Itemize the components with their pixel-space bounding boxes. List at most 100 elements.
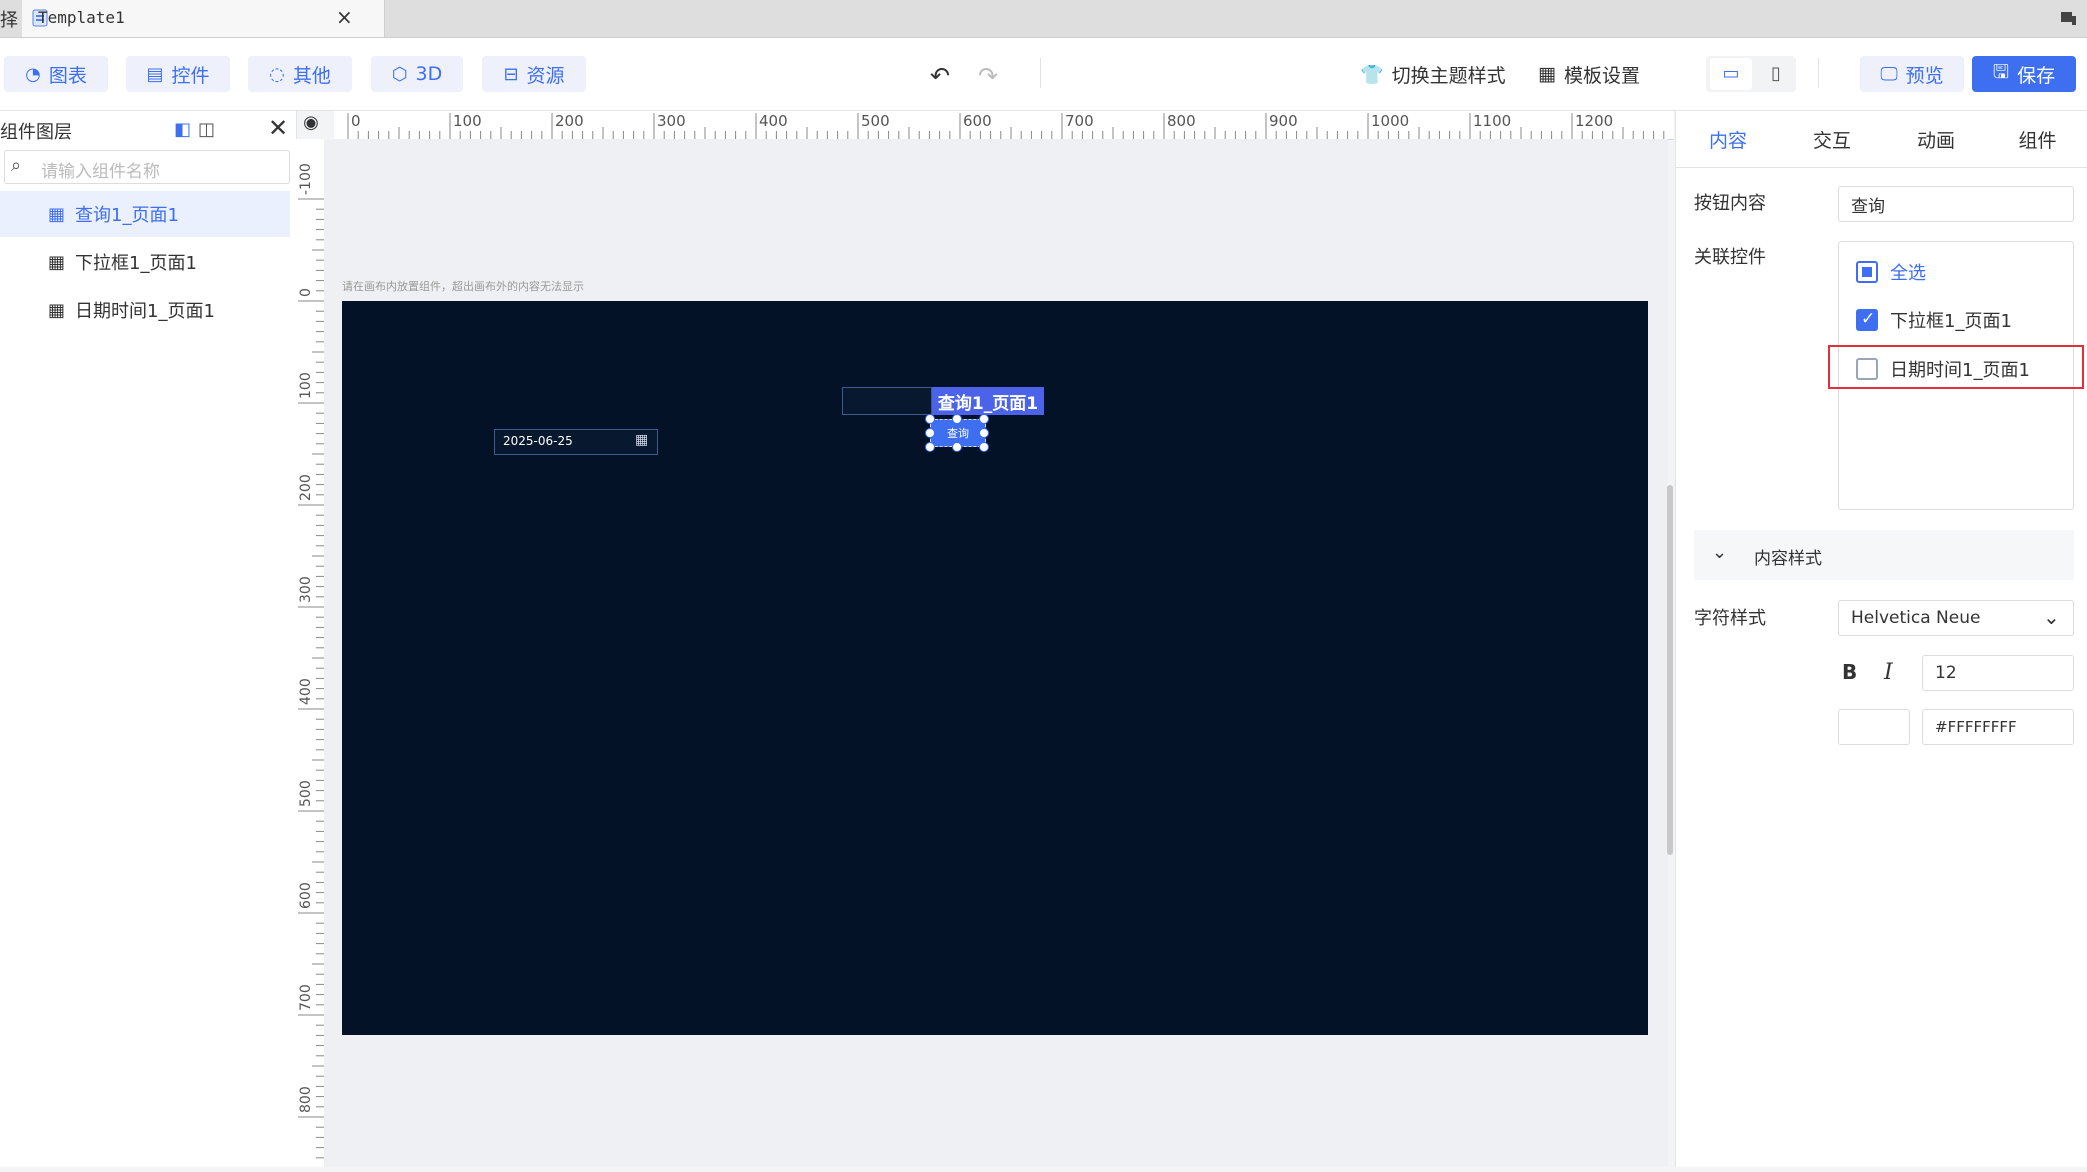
tab-component[interactable]: 组件 [1988,111,2087,168]
layout-icon: ▦ [1538,63,1556,85]
chevron-down-icon: ⌄ [2043,605,2060,629]
resize-handle[interactable] [925,428,935,438]
ruler-label: 1200 [1575,112,1613,130]
date-value: 2025-06-25 [503,434,573,448]
other-icon: ◌ [269,63,285,85]
layer-item-query[interactable]: ▦ 查询1_页面1 [0,191,290,237]
font-style-label: 字符样式 [1694,608,1766,629]
tab-close-button[interactable]: × [336,5,353,29]
resize-handle[interactable] [952,442,962,452]
window-edge-label: 择 [0,10,18,31]
3d-button[interactable]: ⬡ 3D [371,56,463,92]
resize-handle[interactable] [979,442,989,452]
color-swatch[interactable] [1838,709,1910,745]
window-menu-icon[interactable] [2058,8,2078,33]
bold-button[interactable]: B [1842,660,1857,684]
resize-handle[interactable] [979,428,989,438]
color-hex-input[interactable]: #FFFFFFFF [1922,709,2074,745]
button-content-label: 按钮内容 [1694,193,1766,214]
resize-handle[interactable] [979,414,989,424]
switch-theme-button[interactable]: 👕 切换主题样式 [1360,56,1506,92]
resize-handle[interactable] [952,414,962,424]
shirt-icon: 👕 [1360,63,1384,86]
canvas-hint: 请在画布内放置组件，超出画布外的内容无法显示 [342,280,584,293]
ruler-label: 500 [298,780,314,807]
cube-icon: ⬡ [391,63,408,85]
preview-button[interactable]: 🖵 预览 [1860,56,1964,92]
content-style-section[interactable]: ⌄ 内容样式 [1694,530,2074,580]
font-family-select[interactable]: Helvetica Neue ⌄ [1838,600,2074,636]
ruler-label: 700 [298,984,314,1011]
italic-button[interactable]: I [1884,660,1893,685]
dropdown-checkbox[interactable]: ✓ [1856,309,1878,331]
layer-item-datetime[interactable]: ▦ 日期时间1_页面1 [0,287,290,333]
resize-handle[interactable] [925,442,935,452]
date-widget[interactable]: 2025-06-25 ▦ [494,429,658,455]
selected-component-tag: 查询1_页面1 [932,387,1044,415]
search-icon: ⌕ [11,155,22,176]
ruler-label: 200 [298,474,314,501]
ruler-label: 300 [657,112,686,130]
ruler-label: 600 [963,112,992,130]
resize-handle[interactable] [925,414,935,424]
monitor-icon: 🖵 [1880,63,1898,85]
widget-button[interactable]: ▤ 控件 [126,56,230,92]
tab-content[interactable]: 内容 [1676,111,1780,168]
resource-button[interactable]: ⊟ 资源 [482,56,586,92]
component-icon: ▦ [48,251,66,273]
toolbar-divider [1040,58,1041,88]
ruler-label: 800 [298,1086,314,1113]
chevron-down-icon: ⌄ [1712,542,1728,563]
ruler-label: 400 [759,112,788,130]
ruler-label: 900 [1269,112,1298,130]
save-button[interactable]: 🖫 保存 [1972,56,2076,92]
search-placeholder: 请输入组件名称 [41,162,160,182]
undo-icon[interactable]: ↶ [930,62,950,90]
dropdown-widget[interactable] [842,387,932,415]
chart-button[interactable]: ◔ 图表 [4,56,108,92]
ruler-label: 200 [555,112,584,130]
redo-icon[interactable]: ↷ [978,62,998,90]
panel-layout-split-icon[interactable]: ◫ [198,119,215,140]
other-button[interactable]: ◌ 其他 [248,56,352,92]
ruler-label: 300 [298,576,314,603]
tablet-icon[interactable]: ▯ [1760,58,1792,90]
ruler-left-ticks: -100 0 100 200 300 400 500 600 700 800 [298,163,324,1159]
tab-animation[interactable]: 动画 [1884,111,1988,168]
ruler-label: 100 [298,372,314,399]
tab-interaction[interactable]: 交互 [1780,111,1884,168]
eye-icon[interactable]: ◉ [298,112,324,138]
ruler-label: -100 [298,163,314,195]
panel-layout-left-icon[interactable]: ◧ [174,119,191,140]
component-icon: ▦ [48,299,66,321]
canvas-scrollbar[interactable] [1667,485,1673,855]
ruler-label: 1000 [1371,112,1409,130]
desktop-icon[interactable]: ▭ [1710,58,1752,90]
ruler-top-ticks: 0 100 200 300 400 500 600 700 800 900 1000 1100 1200 [347,112,1665,139]
template-settings-button[interactable]: ▦ 模板设置 [1538,56,1640,92]
layer-item-dropdown[interactable]: ▦ 下拉框1_页面1 [0,239,290,285]
font-size-input[interactable]: 12 [1922,655,2074,691]
select-all-option[interactable]: 全选 [1856,259,1926,285]
ruler-label: 800 [1167,112,1196,130]
ruler-label: 0 [351,112,361,130]
ruler-label: 1100 [1473,112,1511,130]
save-icon: 🖫 [1992,61,2010,83]
widget-icon: ▤ [146,63,164,85]
content-style-title: 内容样式 [1754,549,1822,569]
calendar-icon: ▦ [635,432,649,448]
ruler-label: 600 [298,882,314,909]
chart-icon: ◔ [25,63,41,85]
highlight-box [1828,345,2084,389]
select-all-checkbox[interactable] [1856,261,1878,283]
box-icon: ⊟ [503,63,519,85]
toolbar-divider-2 [1818,58,1819,88]
button-content-input[interactable]: 查询 [1838,186,2074,222]
ruler-top: 0 100 200 300 400 500 600 700 800 900 1000 1100 1200 [334,111,1674,140]
close-icon[interactable]: ✕ [268,114,288,142]
ruler-label: 0 [298,288,314,297]
layer-search[interactable]: ⌕ 请输入组件名称 [4,150,290,184]
tab-title: Template1 [38,8,125,27]
related-widgets-label: 关联控件 [1694,247,1766,268]
related-option-dropdown[interactable]: ✓ 下拉框1_页面1 [1856,307,2012,333]
